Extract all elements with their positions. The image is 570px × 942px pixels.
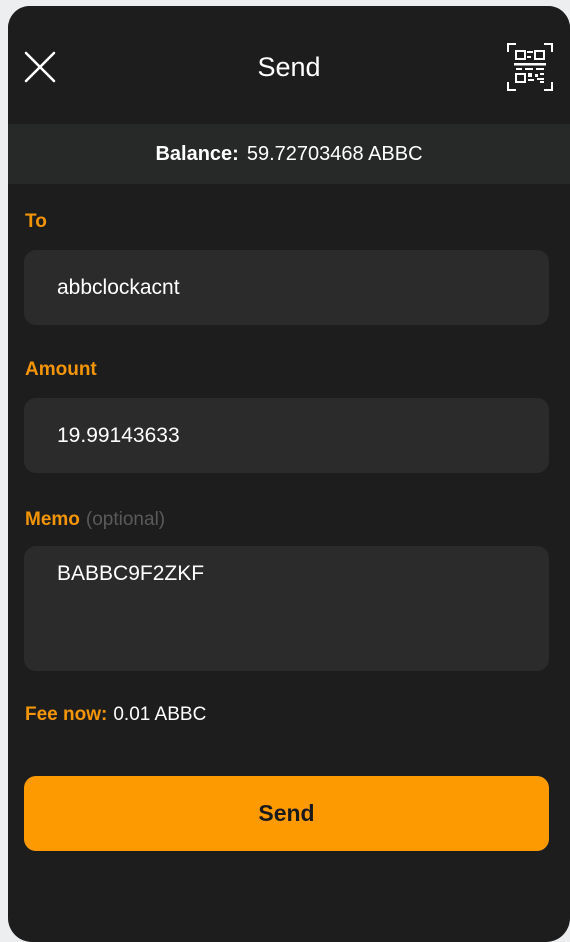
memo-optional-hint: (optional) xyxy=(85,509,166,530)
qr-scan-icon xyxy=(507,43,553,91)
fee-row: Fee now: 0.01 ABBC xyxy=(25,704,206,726)
amount-label: Amount xyxy=(25,359,97,380)
page-title: Send xyxy=(257,52,321,82)
balance-bar: Balance: 59.72703468 ABBC xyxy=(8,124,570,184)
to-input[interactable]: abbclockacnt xyxy=(24,250,549,325)
fee-value: 0.01 ABBC xyxy=(113,704,207,725)
memo-input[interactable]: BABBC9F2ZKF xyxy=(24,546,549,671)
memo-label: Memo xyxy=(25,509,80,530)
scan-qr-button[interactable] xyxy=(506,42,554,92)
balance-value: 59.72703468 ABBC xyxy=(246,142,423,165)
balance-label: Balance: xyxy=(155,142,239,165)
send-button[interactable]: Send xyxy=(24,776,549,851)
fee-label: Fee now: xyxy=(25,704,108,725)
top-bar: Send xyxy=(8,6,570,118)
send-screen: Send Balance: 59.72703468 ABBC To abbclo… xyxy=(8,6,570,942)
to-label: To xyxy=(25,211,47,232)
amount-input[interactable]: 19.99143633 xyxy=(24,398,549,473)
memo-label-row: Memo (optional) xyxy=(25,509,165,531)
